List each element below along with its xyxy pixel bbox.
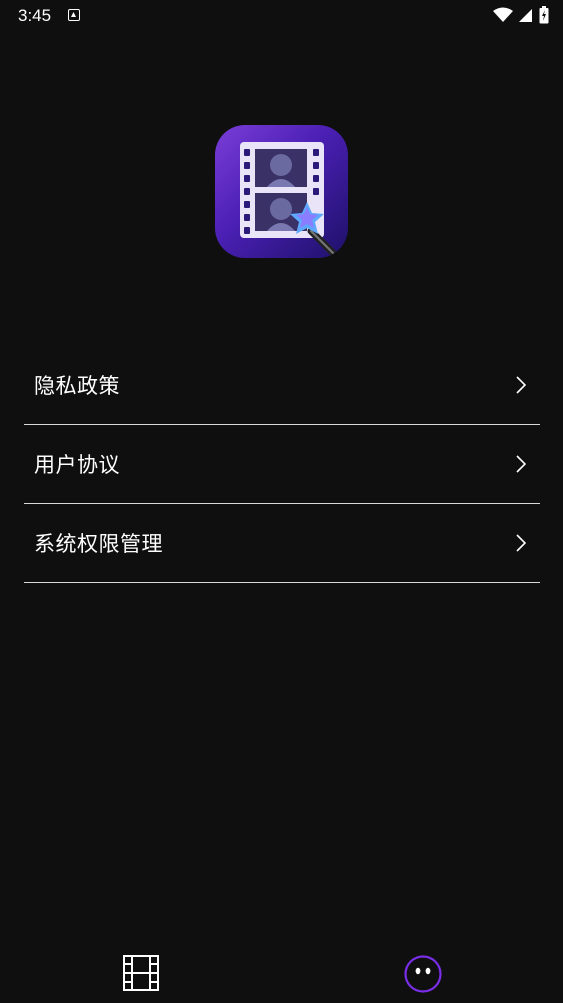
user-agreement-item[interactable]: 用户协议 [24, 425, 540, 504]
signal-icon [519, 9, 532, 22]
chevron-right-icon [516, 534, 526, 552]
status-bar: 3:45 [0, 0, 563, 32]
wifi-icon [493, 7, 513, 22]
bottom-nav [0, 940, 563, 1003]
tab-film[interactable] [122, 954, 162, 994]
film-strip-icon [123, 955, 159, 991]
tab-mine[interactable] [403, 954, 443, 994]
privacy-policy-item[interactable]: 隐私政策 [24, 346, 540, 425]
status-time: 3:45 [18, 6, 52, 25]
system-permissions-item[interactable]: 系统权限管理 [24, 504, 540, 583]
chevron-right-icon [516, 376, 526, 394]
settings-screen: 3:45 隐私政策 用户协议 系统权限管理 [0, 0, 563, 1003]
battery-icon [539, 6, 549, 24]
chevron-right-icon [516, 455, 526, 473]
notification-a-icon [68, 9, 80, 21]
settings-menu: 隐私政策 用户协议 系统权限管理 [24, 346, 540, 583]
user-agreement-label: 用户协议 [34, 453, 120, 477]
smiley-face-icon [404, 955, 442, 993]
video-editor-logo-icon [215, 125, 348, 258]
system-permissions-label: 系统权限管理 [34, 532, 163, 556]
status-icons [493, 6, 549, 24]
privacy-policy-label: 隐私政策 [34, 374, 120, 398]
